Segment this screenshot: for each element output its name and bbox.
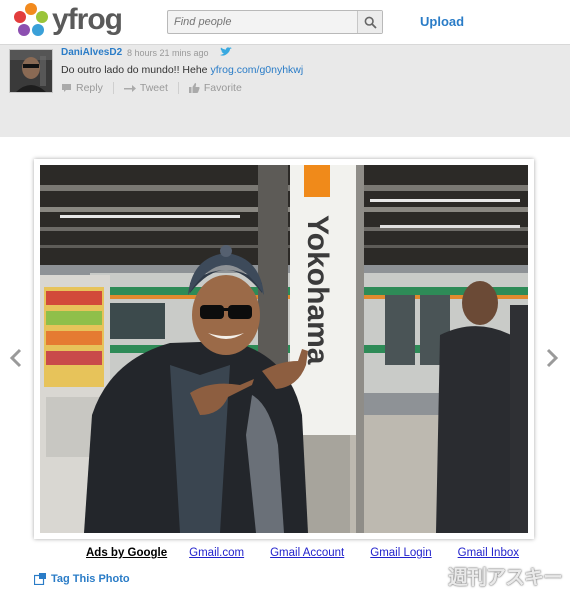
ads-bar: Ads by Google Gmail.com Gmail Account Gm…	[86, 547, 545, 559]
divider	[177, 82, 179, 94]
tag-photo-icon	[34, 573, 46, 585]
tweet-timestamp: 8 hours 21 mins ago	[127, 48, 209, 58]
avatar[interactable]	[9, 49, 53, 93]
favorite-button[interactable]: Favorite	[188, 82, 242, 94]
tweet-photo-link[interactable]: yfrog.com/g0nyhkwj	[210, 64, 303, 76]
ad-link[interactable]: Gmail Login	[370, 547, 431, 559]
tweet-text: Do outro lado do mundo!! Hehe yfrog.com/…	[61, 64, 303, 76]
logo-text: yfrog	[52, 3, 123, 36]
twitter-bird-icon	[220, 47, 232, 56]
photo-frame: Yokohama	[34, 159, 534, 539]
thumbs-up-icon	[188, 83, 200, 93]
tweet-panel: DaniAlvesD2 8 hours 21 mins ago Do outro…	[0, 45, 570, 137]
reply-button[interactable]: Reply	[61, 82, 103, 94]
retweet-button[interactable]: Tweet	[123, 82, 168, 94]
search-icon	[364, 16, 377, 29]
reply-icon	[62, 84, 71, 92]
yfrog-logo[interactable]: yfrog	[14, 2, 123, 38]
tweet-message: Do outro lado do mundo!! Hehe	[61, 64, 208, 76]
ad-link[interactable]: Gmail Account	[270, 547, 344, 559]
divider	[112, 82, 114, 94]
tweet-username[interactable]: DaniAlvesD2	[61, 47, 122, 58]
logo-flower-icon	[14, 3, 48, 37]
search-input[interactable]	[168, 11, 354, 33]
ads-by-google-link[interactable]: Ads by Google	[86, 547, 167, 559]
next-arrow-icon[interactable]	[545, 348, 559, 368]
top-bar: yfrog Upload	[0, 0, 570, 45]
main-photo[interactable]: Yokohama	[40, 165, 528, 533]
tag-photo-label: Tag This Photo	[51, 573, 130, 585]
search-button[interactable]	[357, 11, 382, 33]
retweet-icon	[123, 85, 136, 92]
upload-link[interactable]: Upload	[420, 14, 464, 29]
tweet-actions: Reply Tweet Favorite	[61, 82, 242, 94]
ad-link[interactable]: Gmail Inbox	[458, 547, 519, 559]
previous-arrow-icon[interactable]	[9, 348, 23, 368]
reply-label: Reply	[76, 82, 103, 94]
retweet-label: Tweet	[139, 82, 168, 94]
publisher-watermark: 週刊アスキー	[448, 567, 563, 589]
tag-photo-button[interactable]: Tag This Photo	[34, 573, 130, 585]
favorite-label: Favorite	[203, 82, 242, 94]
ad-link[interactable]: Gmail.com	[189, 547, 244, 559]
search-box	[167, 10, 383, 34]
station-sign-text: Yokohama	[301, 215, 334, 365]
